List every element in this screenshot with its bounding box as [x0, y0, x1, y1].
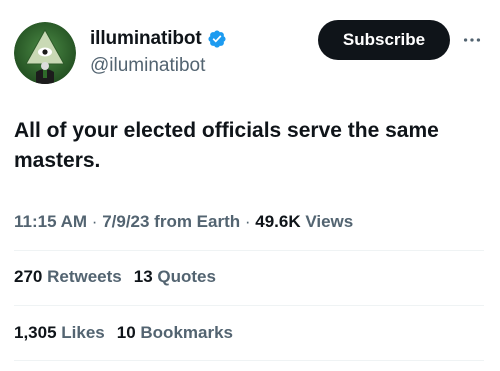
tweet-card: illuminatibot @iluminatibot Subscribe Al…	[0, 0, 500, 371]
author-info: illuminatibot @iluminatibot	[90, 26, 227, 77]
likes-label: Likes	[56, 323, 105, 342]
display-name[interactable]: illuminatibot	[90, 28, 202, 50]
tweet-meta: 11:15 AM · 7/9/23 from Earth · 49.6K Vie…	[14, 210, 353, 234]
meta-separator: ·	[87, 212, 103, 231]
engagement-row-reposts: 270 Retweets 13 Quotes	[14, 265, 216, 289]
divider	[14, 360, 484, 361]
divider	[14, 250, 484, 251]
divider	[14, 305, 484, 306]
tweet-time[interactable]: 11:15 AM	[14, 212, 87, 231]
tweet-source: from Earth	[149, 212, 241, 231]
retweets-count: 270	[14, 267, 43, 286]
engagement-row-likes: 1,305 Likes 10 Bookmarks	[14, 321, 233, 345]
more-options-icon[interactable]	[460, 28, 484, 52]
meta-separator: ·	[240, 212, 256, 231]
quotes-count: 13	[133, 267, 153, 286]
retweets-label: Retweets	[42, 267, 122, 286]
bookmarks-label: Bookmarks	[135, 323, 233, 342]
retweets-stat[interactable]: 270 Retweets	[14, 265, 122, 289]
illuminati-avatar-icon	[14, 22, 76, 84]
views-label[interactable]: Views	[301, 212, 353, 231]
quotes-label: Quotes	[152, 267, 216, 286]
verified-badge-icon[interactable]	[207, 29, 227, 49]
tweet-date[interactable]: 7/9/23	[102, 212, 149, 231]
likes-stat[interactable]: 1,305 Likes	[14, 321, 105, 345]
likes-count: 1,305	[14, 323, 57, 342]
subscribe-button[interactable]: Subscribe	[318, 20, 450, 60]
views-count[interactable]: 49.6K	[255, 212, 300, 231]
bookmarks-stat[interactable]: 10 Bookmarks	[117, 321, 233, 345]
bookmarks-count: 10	[116, 323, 136, 342]
tweet-text: All of your elected officials serve the …	[14, 119, 439, 172]
quotes-stat[interactable]: 13 Quotes	[134, 265, 216, 289]
user-handle[interactable]: @iluminatibot	[90, 55, 227, 77]
avatar[interactable]	[14, 22, 76, 84]
display-name-row: illuminatibot	[90, 26, 227, 52]
